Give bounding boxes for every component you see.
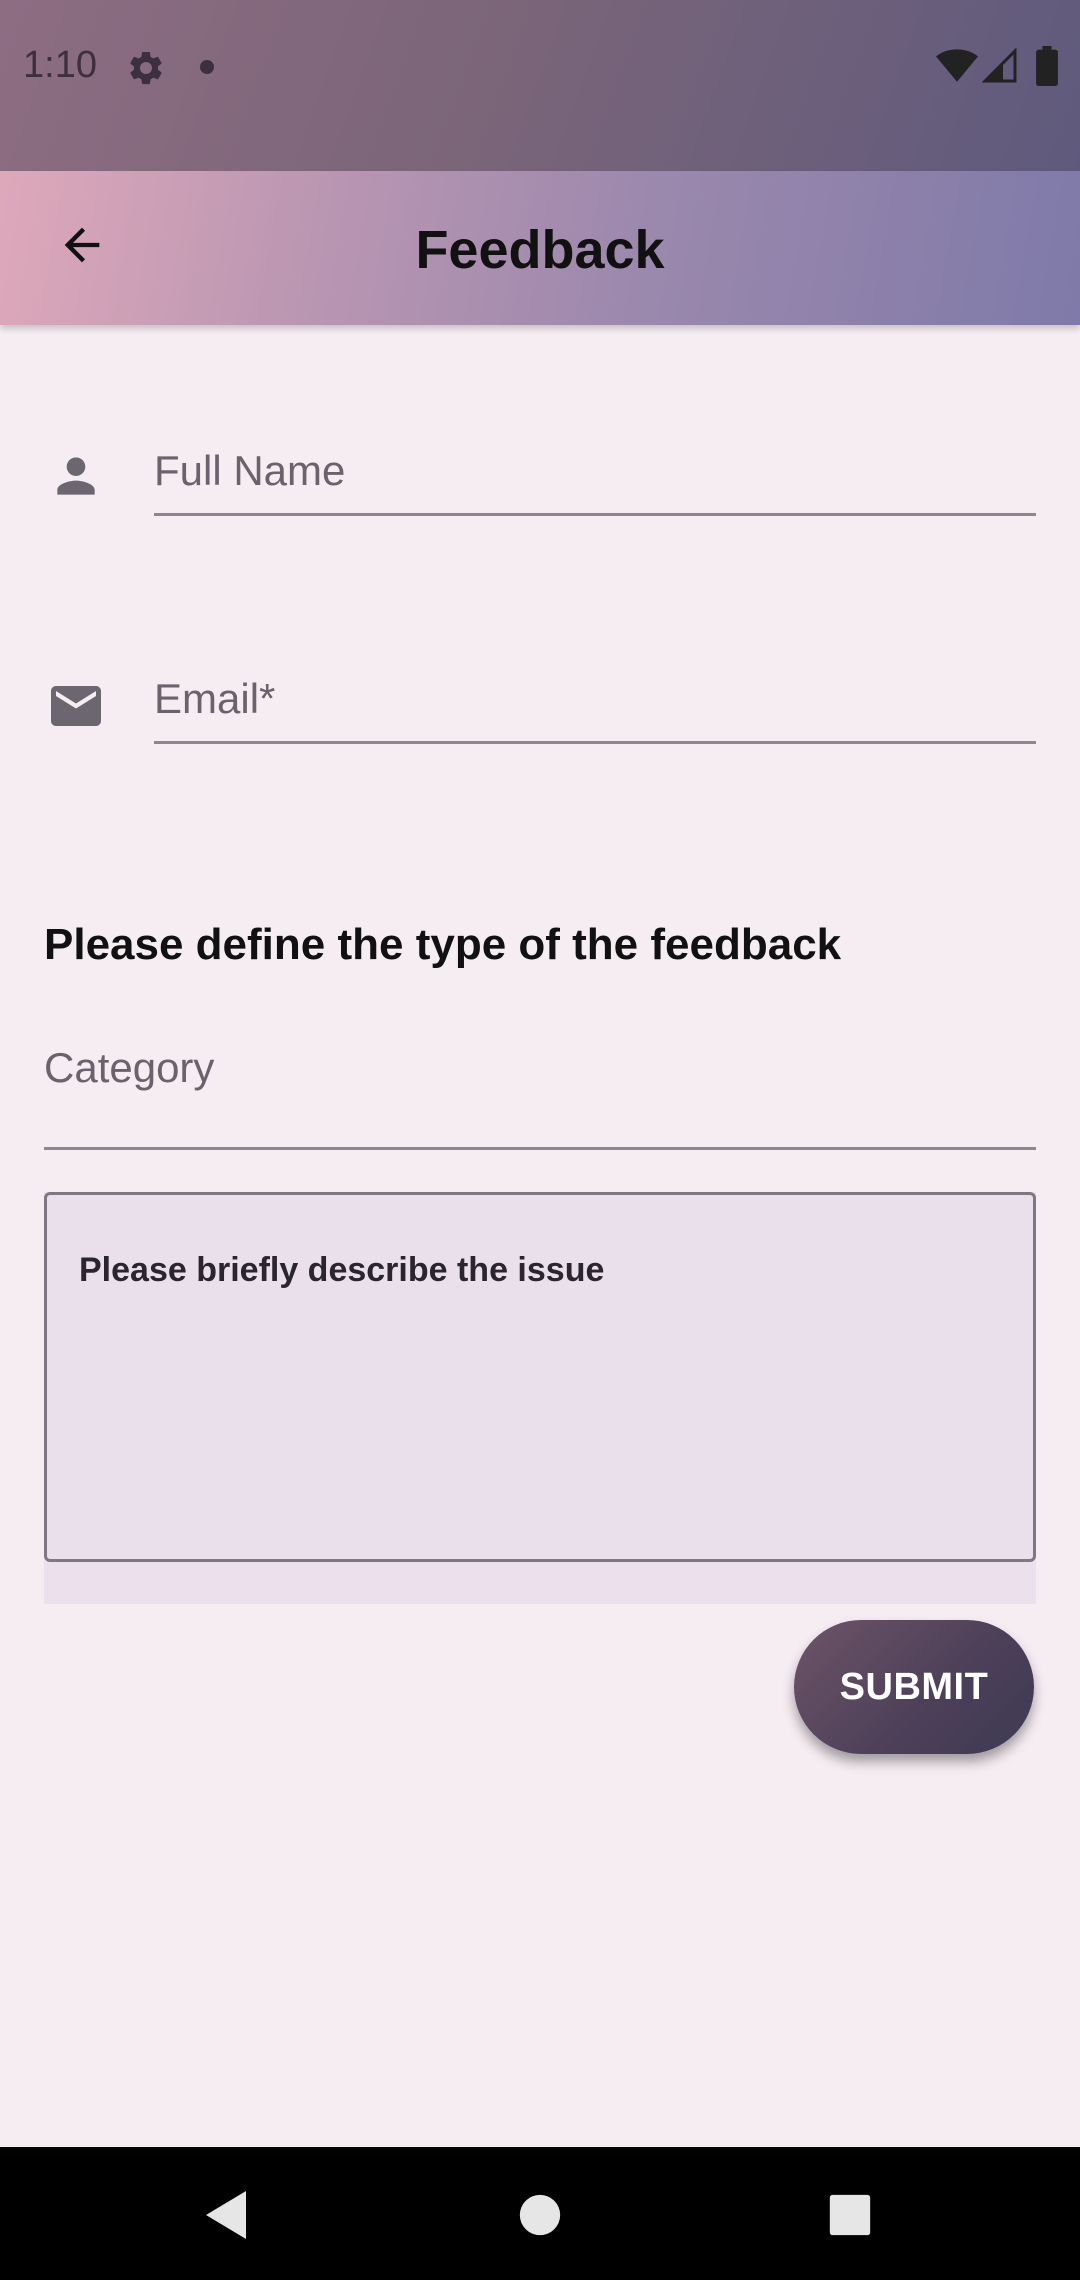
nav-recents-button[interactable] xyxy=(810,2175,890,2255)
feedback-type-heading: Please define the type of the feedback xyxy=(44,920,842,969)
home-circle-icon xyxy=(519,2194,561,2236)
email-input[interactable] xyxy=(154,656,1036,744)
signal-icon xyxy=(982,48,1017,83)
recents-square-icon xyxy=(829,2194,871,2236)
back-triangle-icon xyxy=(206,2191,246,2239)
submit-label: SUBMIT xyxy=(839,1665,989,1708)
full-name-input[interactable] xyxy=(154,428,1036,516)
issue-description-textarea[interactable] xyxy=(44,1192,1036,1562)
app-bar: Feedback xyxy=(0,171,1080,325)
battery-icon xyxy=(1036,46,1058,86)
envelope-icon xyxy=(51,686,101,726)
wifi-icon xyxy=(936,49,978,82)
issue-container xyxy=(44,1192,1036,1604)
nav-home-button[interactable] xyxy=(500,2175,580,2255)
category-dropdown[interactable]: Category xyxy=(44,1030,1036,1150)
status-bar: 1:10 xyxy=(0,0,1080,171)
submit-button[interactable]: SUBMIT xyxy=(794,1620,1034,1754)
nav-back-button[interactable] xyxy=(186,2175,266,2255)
notification-dot-icon xyxy=(200,60,214,74)
gear-icon xyxy=(130,51,162,85)
person-icon xyxy=(57,457,95,495)
page-title: Feedback xyxy=(415,220,665,280)
category-label: Category xyxy=(44,1044,215,1091)
status-time: 1:10 xyxy=(23,44,97,86)
system-nav-bar xyxy=(0,2147,1080,2280)
